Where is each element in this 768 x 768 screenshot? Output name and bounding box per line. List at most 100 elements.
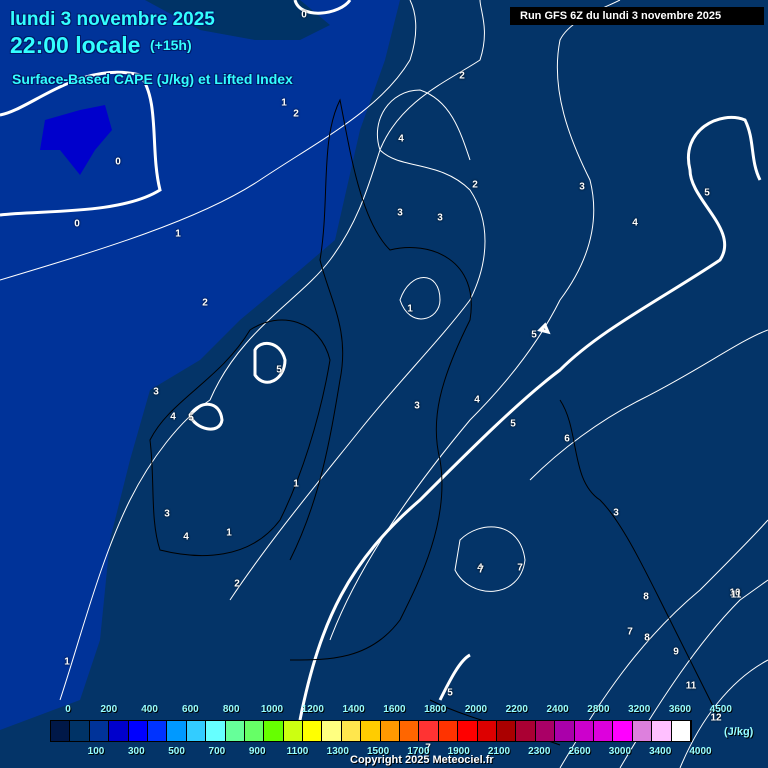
contour-label: 7 xyxy=(627,626,633,638)
legend-swatch xyxy=(555,721,575,741)
contour-label: 2 xyxy=(472,179,478,191)
contour-label: 4 xyxy=(170,411,176,423)
legend-tick-top: 600 xyxy=(182,704,199,715)
legend-tick-top: 1000 xyxy=(260,704,284,715)
legend-swatch xyxy=(322,721,342,741)
contour-label: 1 xyxy=(226,527,232,539)
legend-tick-bottom: 3400 xyxy=(649,746,672,757)
contour-label: 6 xyxy=(564,433,570,445)
contour-label: 1 xyxy=(293,478,299,490)
contour-label: 3 xyxy=(437,212,443,224)
legend-swatch xyxy=(128,721,148,741)
legend-tick-top: 1400 xyxy=(342,704,365,715)
legend-swatch xyxy=(264,721,284,741)
legend-swatch xyxy=(496,721,517,741)
legend-swatch xyxy=(206,721,226,741)
contour-label: 3 xyxy=(414,400,420,412)
parameter-title: Surface-Based CAPE (J/kg) et Lifted Inde… xyxy=(12,71,293,87)
copyright: Copyright 2025 Meteociel.fr xyxy=(350,754,494,766)
contour-label: 5 xyxy=(447,687,453,699)
legend-tick-bottom: 500 xyxy=(168,746,185,757)
contour-label: 4 xyxy=(474,394,480,406)
contour-label: 3 xyxy=(579,181,585,193)
legend-unit: (J/kg) xyxy=(724,726,754,738)
legend-swatch xyxy=(167,721,187,741)
forecast-time: 22:00 locale xyxy=(10,32,141,58)
lead-time: (+15h) xyxy=(150,37,192,53)
weather-map-panel: 0 2 2 1 0 0 1 2 4 2 3 3 3 4 1 5 5 3 4 5 3 4 1 3 4 1 2 5 6 3 4 5 7 8 7 7 8 9 10… xyxy=(0,0,768,768)
legend-tick-bottom: 100 xyxy=(87,746,105,757)
contour-label: 5 xyxy=(510,418,516,430)
contour-label: 11 xyxy=(685,680,697,692)
contour-label: 3 xyxy=(613,507,619,519)
legend-swatch xyxy=(109,721,129,741)
legend-tick-top: 3600 xyxy=(668,704,692,715)
legend-tick-top: 800 xyxy=(222,704,240,715)
legend-tick-bottom: 300 xyxy=(127,746,145,757)
legend-tick-top: 200 xyxy=(100,704,118,715)
legend-tick-bottom: 2300 xyxy=(528,746,551,757)
legend-swatch xyxy=(70,721,90,741)
low-cape-region xyxy=(0,0,400,730)
contour-label: 5 xyxy=(188,412,194,424)
color-legend xyxy=(50,720,692,742)
legend-swatch xyxy=(516,721,536,741)
legend-tick-bottom: 700 xyxy=(208,746,226,757)
legend-swatch xyxy=(613,721,633,741)
legend-tick-top: 2200 xyxy=(505,704,528,715)
contour-label: 0 xyxy=(115,156,121,168)
legend-swatch xyxy=(303,721,323,741)
legend-swatch xyxy=(438,721,459,741)
contour-label: 4 xyxy=(398,133,404,145)
contour-label: 1 xyxy=(64,656,70,668)
legend-tick-top: 1200 xyxy=(301,704,324,715)
legend-tick-bottom: 1300 xyxy=(326,746,349,757)
legend-tick-bottom: 1100 xyxy=(286,746,309,757)
legend-swatch xyxy=(147,721,168,741)
legend-swatch xyxy=(419,721,439,741)
contour-label: 1 xyxy=(281,97,287,109)
legend-swatch xyxy=(458,721,478,741)
legend-tick-top: 1800 xyxy=(424,704,447,715)
legend-swatch xyxy=(652,721,672,741)
legend-swatch xyxy=(361,721,381,741)
legend-tick-top: 1600 xyxy=(383,704,406,715)
legend-swatch xyxy=(186,721,207,741)
contour-label: 2 xyxy=(202,297,208,309)
legend-swatch xyxy=(380,721,401,741)
contour-label: 4 xyxy=(183,531,189,543)
contour-label: 5 xyxy=(531,329,537,341)
legend-swatch xyxy=(400,721,420,741)
contour-label: 8 xyxy=(643,591,649,603)
legend-swatch xyxy=(593,721,614,741)
legend-tick-top: 0 xyxy=(65,704,71,715)
legend-swatch xyxy=(51,721,71,741)
legend-swatch xyxy=(535,721,556,741)
legend-tick-top: 400 xyxy=(141,704,158,715)
legend-tick-bottom: 3000 xyxy=(608,746,632,757)
contour-label: 0 xyxy=(74,218,80,230)
legend-tick-bottom: 900 xyxy=(248,746,266,757)
contour-label: 0 xyxy=(301,9,307,21)
legend-swatch xyxy=(574,721,594,741)
contour-label: 3 xyxy=(153,386,159,398)
legend-tick-top: 2800 xyxy=(587,704,610,715)
legend-tick-bottom: 4000 xyxy=(689,746,712,757)
legend-swatch xyxy=(283,721,304,741)
contour-label: 3 xyxy=(397,207,403,219)
contour-label: 2 xyxy=(459,70,465,82)
contour-label: 7 xyxy=(478,564,484,576)
legend-swatch xyxy=(671,721,691,741)
legend-tick-top: 2400 xyxy=(546,704,569,715)
legend-swatch xyxy=(477,721,497,741)
cape-map xyxy=(0,0,768,768)
contour-label: 7 xyxy=(517,562,523,574)
legend-tick-bottom: 2600 xyxy=(568,746,591,757)
legend-swatch xyxy=(341,721,362,741)
legend-swatch xyxy=(89,721,110,741)
legend-swatch xyxy=(244,721,265,741)
contour-label: 5 xyxy=(704,187,710,199)
contour-label: 8 xyxy=(644,632,650,644)
contour-label: 4 xyxy=(632,217,638,229)
legend-swatch xyxy=(632,721,653,741)
